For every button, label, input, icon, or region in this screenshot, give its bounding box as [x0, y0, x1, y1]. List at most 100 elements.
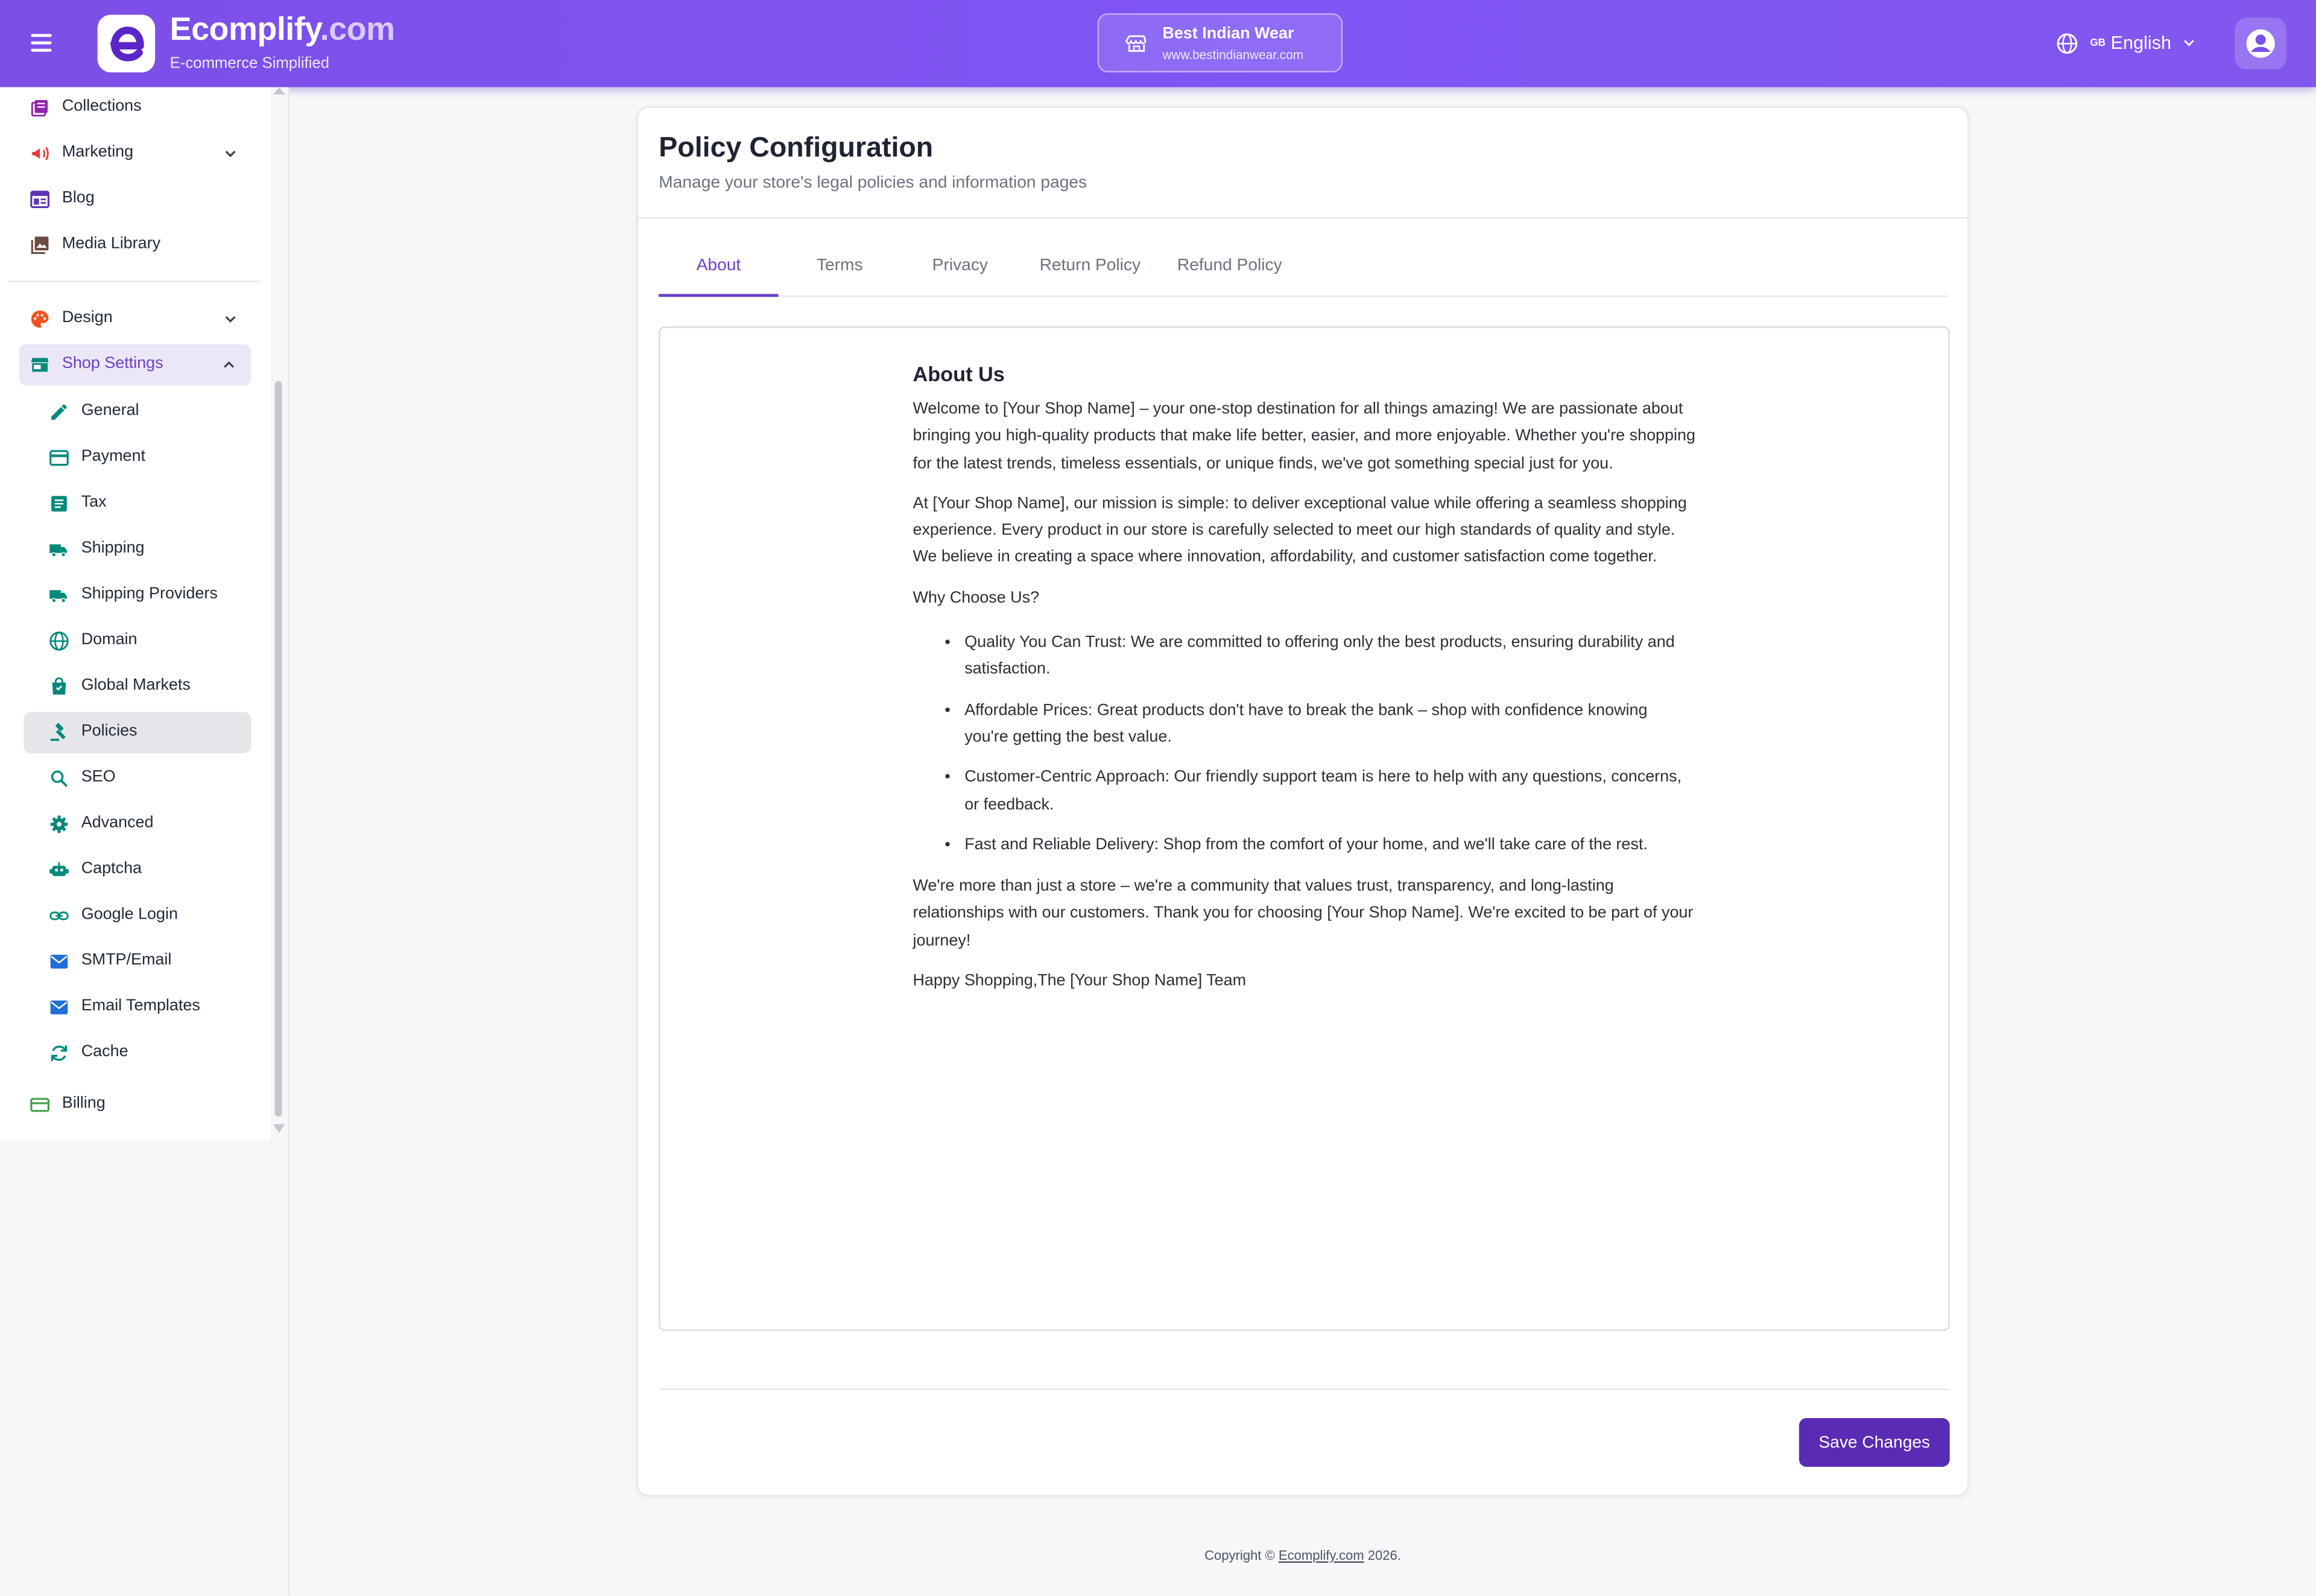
sidebar-item-collections[interactable]: Collections	[21, 87, 257, 128]
sidebar-item-label: Google Login	[81, 905, 178, 923]
sidebar-item-payment[interactable]: Payment	[24, 437, 251, 479]
sidebar-item-label: Captcha	[81, 860, 142, 878]
sidebar-item-label: Blog	[62, 189, 95, 207]
footer-copyright: Copyright © Ecomplify.com 2026.	[0, 1548, 2316, 1563]
store-url: www.bestindianwear.com	[1162, 47, 1304, 62]
sidebar-item-cache[interactable]: Cache	[24, 1033, 251, 1074]
tab-terms[interactable]: Terms	[793, 241, 886, 297]
truck-icon	[49, 590, 67, 603]
sidebar-item-policies[interactable]: Policies	[24, 712, 252, 753]
sidebar-item-shop-settings[interactable]: Shop Settings	[19, 344, 252, 386]
chevron-down-icon	[2184, 40, 2194, 46]
sidebar-item-marketing[interactable]: Marketing	[21, 133, 257, 174]
sidebar-item-label: Shipping	[81, 539, 145, 557]
card-footer-divider	[659, 1389, 1950, 1390]
sidebar-item-label: General	[81, 402, 139, 420]
logo-e-icon	[110, 27, 144, 62]
sidebar-item-blog[interactable]: Blog	[21, 179, 257, 220]
gavel-icon	[50, 723, 66, 741]
receipt-icon	[51, 496, 67, 511]
truck-icon	[49, 544, 67, 557]
card-header: Policy Configuration Manage your store's…	[638, 108, 1968, 219]
content-paragraph: At [Your Shop Name], our mission is simp…	[913, 495, 1687, 567]
sidebar-item-captcha[interactable]: Captcha	[24, 849, 251, 891]
sidebar-item-label: Shop Settings	[62, 354, 163, 373]
sidebar-item-label: Payment	[81, 448, 146, 466]
sidebar-item-label: Design	[62, 308, 113, 327]
sidebar-item-google-login[interactable]: Google Login	[24, 895, 251, 937]
footer-link[interactable]: Ecomplify.com	[1279, 1548, 1364, 1563]
store-name: Best Indian Wear	[1162, 25, 1294, 43]
sidebar-item-design[interactable]: Design	[21, 299, 257, 340]
scroll-down-arrow[interactable]	[273, 1124, 285, 1133]
link-icon	[49, 911, 69, 920]
mail-icon	[50, 1000, 68, 1015]
sidebar-item-advanced[interactable]: Advanced	[24, 803, 251, 845]
sidebar-item-label: Billing	[62, 1094, 106, 1113]
page-subtitle: Manage your store's legal policies and i…	[659, 174, 1087, 192]
sidebar-item-global-markets[interactable]: Global Markets	[24, 666, 251, 708]
sidebar-item-label: Policies	[81, 722, 138, 740]
content-paragraph: Welcome to [Your Shop Name] – your one-s…	[913, 400, 1695, 472]
chevron-up-icon	[224, 361, 235, 368]
tab-refund-policy[interactable]: Refund Policy	[1167, 241, 1292, 297]
policy-content: About Us Welcome to [Your Shop Name] – y…	[913, 361, 1695, 1009]
sidebar-item-label: Media Library	[62, 235, 161, 253]
sidebar-item-domain[interactable]: Domain	[24, 621, 251, 662]
sidebar-item-email-templates[interactable]: Email Templates	[24, 987, 251, 1028]
sidebar-item-seo[interactable]: SEO	[24, 758, 251, 799]
sidebar-item-tax[interactable]: Tax	[24, 483, 251, 525]
user-avatar[interactable]	[2235, 17, 2287, 70]
sidebar-item-label: Email Templates	[81, 997, 200, 1015]
policy-editor[interactable]: About Us Welcome to [Your Shop Name] – y…	[659, 326, 1950, 1331]
list-item: Affordable Prices: Great products don't …	[964, 697, 1695, 751]
brand-name: Ecomplify.com	[169, 10, 395, 48]
store-icon	[31, 358, 49, 372]
robot-icon	[49, 862, 69, 876]
sidebar-item-label: Tax	[81, 493, 107, 511]
sidebar-item-media-library[interactable]: Media Library	[21, 224, 257, 266]
save-button[interactable]: Save Changes	[1799, 1418, 1950, 1467]
palette-icon	[31, 310, 49, 328]
scroll-up-arrow[interactable]	[273, 87, 285, 95]
sidebar-item-label: Collections	[62, 97, 142, 116]
tab-return-policy[interactable]: Return Policy	[1031, 241, 1149, 297]
copyright-prefix: Copyright ©	[1204, 1548, 1279, 1563]
language-flag: GB	[2090, 38, 2106, 49]
credit-card-icon	[49, 450, 69, 466]
top-header: Ecomplify.com E-commerce Simplified Best…	[0, 0, 2316, 87]
billing-card-icon	[30, 1098, 49, 1112]
logo[interactable]	[97, 14, 156, 73]
sidebar-item-label: Global Markets	[81, 676, 191, 695]
sidebar-item-shipping-providers[interactable]: Shipping Providers	[24, 575, 251, 616]
hamburger-menu-icon[interactable]	[27, 30, 56, 59]
tab-about[interactable]: About	[659, 241, 779, 297]
sidebar-item-shipping[interactable]: Shipping	[24, 529, 251, 571]
sidebar-item-label: Domain	[81, 630, 138, 649]
content-heading: About Us	[913, 362, 1005, 386]
tab-privacy[interactable]: Privacy	[916, 241, 1004, 297]
store-switcher[interactable]: Best Indian Wear www.bestindianwear.com	[1097, 13, 1343, 73]
storefront-icon	[1125, 35, 1147, 52]
sidebar-item-label: Cache	[81, 1042, 128, 1061]
sidebar-item-general[interactable]: General	[24, 391, 251, 433]
sidebar-scrollbar[interactable]	[274, 381, 282, 1117]
language-label: English	[2110, 32, 2172, 54]
media-library-icon	[31, 236, 49, 254]
sidebar-item-billing[interactable]: Billing	[21, 1085, 257, 1126]
content-paragraph: We're more than just a store – we're a c…	[913, 878, 1694, 950]
chevron-down-icon	[225, 316, 236, 323]
blog-icon	[30, 191, 49, 209]
pencil-icon	[51, 404, 67, 420]
sidebar: Collections Marketing Blog Media Library…	[0, 87, 290, 1595]
content-paragraph: Happy Shopping,The [Your Shop Name] Team	[913, 972, 1247, 990]
brand-tagline: E-commerce Simplified	[169, 54, 330, 73]
search-icon	[51, 770, 68, 787]
globe-icon	[2057, 33, 2078, 54]
sidebar-item-label: Shipping Providers	[81, 584, 218, 603]
chevron-down-icon	[225, 150, 236, 157]
sidebar-item-smtp-email[interactable]: SMTP/Email	[24, 941, 251, 983]
copyright-suffix: 2026.	[1364, 1548, 1401, 1563]
sidebar-item-label: SMTP/Email	[81, 951, 172, 969]
refresh-icon	[51, 1045, 68, 1061]
